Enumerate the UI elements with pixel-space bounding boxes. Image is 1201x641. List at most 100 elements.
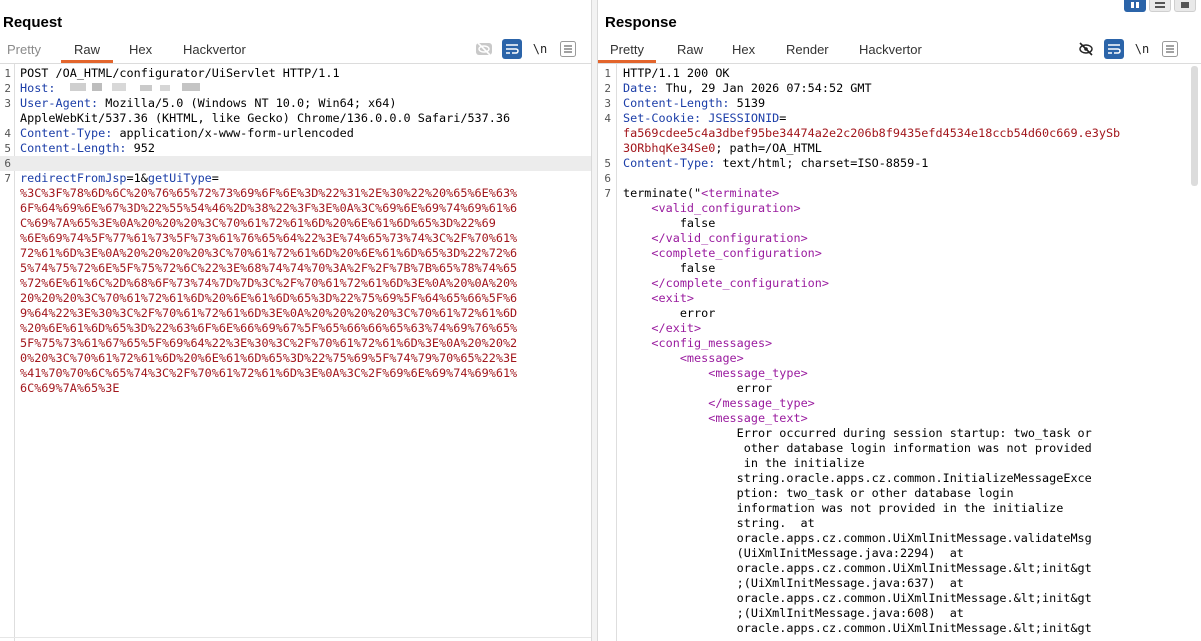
- code-line: %3C%3F%78%6D%6C%20%76%65%72%73%69%6F%6E%…: [0, 186, 591, 201]
- token: 6C%69%7A%65%3E: [20, 381, 120, 395]
- hide-nonprinting-icon[interactable]: [1076, 39, 1096, 59]
- token: 72%61%6D%3E%0A%20%20%20%20%3C%70%61%72%6…: [20, 246, 518, 260]
- response-editor[interactable]: 1 HTTP/1.1 200 OK 2 Date: Thu, 29 Jan 2026 …: [598, 64, 1201, 641]
- token: 9%64%22%3E%30%3C%2F%70%61%72%61%6D%3E%0A…: [20, 306, 518, 320]
- layout-tabs-icon[interactable]: [1174, 0, 1196, 12]
- token: Thu, 29 Jan 2026 07:54:52 GMT: [658, 81, 872, 95]
- token: AppleWebKit/537.36 (KHTML, like Gecko) C…: [20, 111, 511, 125]
- response-tab-render[interactable]: Render: [786, 39, 829, 63]
- token: Content-Length:: [623, 96, 730, 110]
- code-line: (UiXmlInitMessage.java:2294) at: [598, 546, 1201, 561]
- line-text: 20%20%20%3C%70%61%72%61%6D%20%6E%61%6D%6…: [20, 291, 517, 306]
- token: </complete_configuration>: [651, 276, 829, 290]
- token: ption: two_task or other database login: [623, 486, 1014, 500]
- token: false: [623, 216, 716, 230]
- response-pane: Response Pretty Raw Hex Render Hackverto…: [598, 0, 1201, 641]
- layout-side-by-side-icon[interactable]: [1124, 0, 1146, 12]
- request-tab-pretty[interactable]: Pretty: [7, 39, 41, 63]
- word-wrap-icon[interactable]: [502, 39, 522, 59]
- request-title: Request: [3, 14, 63, 31]
- code-line: 6F%64%69%6E%67%3D%22%55%54%46%2D%38%22%3…: [0, 201, 591, 216]
- code-line: Error occurred during session startup: t…: [598, 426, 1201, 441]
- line-text: Content-Length: 5139: [623, 96, 765, 111]
- pane-splitter[interactable]: [591, 0, 598, 641]
- token: Host:: [20, 81, 56, 95]
- line-number: 7: [604, 187, 611, 200]
- line-text: redirectFromJsp=1&getUiType=: [20, 171, 219, 186]
- line-number: 4: [4, 127, 11, 140]
- response-toolbar: \n: [1076, 39, 1180, 59]
- code-line: ;(UiXmlInitMessage.java:637) at: [598, 576, 1201, 591]
- code-line: AppleWebKit/537.36 (KHTML, like Gecko) C…: [0, 111, 591, 126]
- line-text: <message_text>: [623, 411, 807, 426]
- code-line: 3 Content-Length: 5139: [598, 96, 1201, 111]
- request-editor[interactable]: 1 POST /OA_HTML/configurator/UiServlet HT…: [0, 64, 591, 641]
- menu-icon[interactable]: [1160, 39, 1180, 59]
- token: 3ORbhqKe34Se0: [623, 141, 716, 155]
- line-text: Content-Length: 952: [20, 141, 155, 156]
- token: information was not provided in the init…: [623, 501, 1064, 515]
- response-tab-raw[interactable]: Raw: [677, 39, 703, 63]
- word-wrap-icon[interactable]: [1104, 39, 1124, 59]
- code-line: 5F%75%73%61%67%65%5F%69%64%22%3E%30%3C%2…: [0, 336, 591, 351]
- response-title: Response: [605, 14, 677, 31]
- request-pane: Request Pretty Raw Hex Hackvertor \n 1 PO…: [0, 0, 591, 641]
- newline-toggle[interactable]: \n: [530, 39, 550, 59]
- token: ;(UiXmlInitMessage.java:608) at: [623, 606, 964, 620]
- code-line: </complete_configuration>: [598, 276, 1201, 291]
- request-hscroll[interactable]: [0, 637, 591, 638]
- layout-stacked-icon[interactable]: [1149, 0, 1171, 12]
- token: Content-Type:: [20, 126, 113, 140]
- line-text: ;(UiXmlInitMessage.java:637) at: [623, 576, 964, 591]
- code-line: error: [598, 381, 1201, 396]
- line-text: string. at: [623, 516, 815, 531]
- token: User-Agent:: [20, 96, 99, 110]
- line-text: false: [623, 216, 716, 231]
- line-text: </complete_configuration>: [623, 276, 829, 291]
- response-tab-hex[interactable]: Hex: [732, 39, 755, 63]
- line-text: %20%6E%61%6D%65%3D%22%63%6F%6E%66%69%67%…: [20, 321, 517, 336]
- token: string.oracle.apps.cz.common.InitializeM…: [623, 471, 1092, 485]
- token: %6E%69%74%5F%77%61%73%5F%73%61%76%65%64%…: [20, 231, 518, 245]
- line-text: error: [623, 306, 716, 321]
- line-text: </exit>: [623, 321, 701, 336]
- line-text: ;(UiXmlInitMessage.java:608) at: [623, 606, 964, 621]
- code-line: false: [598, 261, 1201, 276]
- request-tab-hex[interactable]: Hex: [129, 39, 152, 63]
- line-text: fa569cdee5c4a3dbef95be34474a2e2c206b8f94…: [623, 126, 1120, 141]
- token: oracle.apps.cz.common.UiXmlInitMessage.v…: [623, 531, 1092, 545]
- line-text: 0%20%3C%70%61%72%61%6D%20%6E%61%6D%65%3D…: [20, 351, 517, 366]
- line-text: 6C%69%7A%65%3E: [20, 381, 119, 396]
- code-line: 3 User-Agent: Mozilla/5.0 (Windows NT 10.…: [0, 96, 591, 111]
- code-line: <valid_configuration>: [598, 201, 1201, 216]
- line-text: 5F%75%73%61%67%65%5F%69%64%22%3E%30%3C%2…: [20, 336, 517, 351]
- token: C%69%7A%65%3E%0A%20%20%20%3C%70%61%72%61…: [20, 216, 496, 230]
- menu-icon[interactable]: [558, 39, 578, 59]
- code-line: <config_messages>: [598, 336, 1201, 351]
- hide-nonprinting-icon[interactable]: [474, 39, 494, 59]
- code-line: ption: two_task or other database login: [598, 486, 1201, 501]
- code-line: %72%6E%61%6C%2D%68%6F%73%74%7D%7D%3C%2F%…: [0, 276, 591, 291]
- newline-toggle[interactable]: \n: [1132, 39, 1152, 59]
- line-text: HTTP/1.1 200 OK: [623, 66, 730, 81]
- line-text: Host:: [20, 81, 56, 96]
- line-text: 72%61%6D%3E%0A%20%20%20%20%3C%70%61%72%6…: [20, 246, 517, 261]
- line-text: C%69%7A%65%3E%0A%20%20%20%3C%70%61%72%61…: [20, 216, 496, 231]
- code-line: string.oracle.apps.cz.common.InitializeM…: [598, 471, 1201, 486]
- response-tab-hackvertor[interactable]: Hackvertor: [859, 39, 922, 63]
- token: </exit>: [651, 321, 702, 335]
- response-tab-pretty[interactable]: Pretty: [598, 39, 656, 63]
- response-vscroll-thumb[interactable]: [1191, 66, 1198, 186]
- code-line: oracle.apps.cz.common.UiXmlInitMessage.v…: [598, 531, 1201, 546]
- token: %41%70%70%6C%65%74%3C%2F%70%61%72%61%6D%…: [20, 366, 518, 380]
- line-text: terminate("<terminate>: [623, 186, 779, 201]
- code-line: <complete_configuration>: [598, 246, 1201, 261]
- request-tab-hackvertor[interactable]: Hackvertor: [183, 39, 246, 63]
- request-tab-raw[interactable]: Raw: [61, 39, 114, 63]
